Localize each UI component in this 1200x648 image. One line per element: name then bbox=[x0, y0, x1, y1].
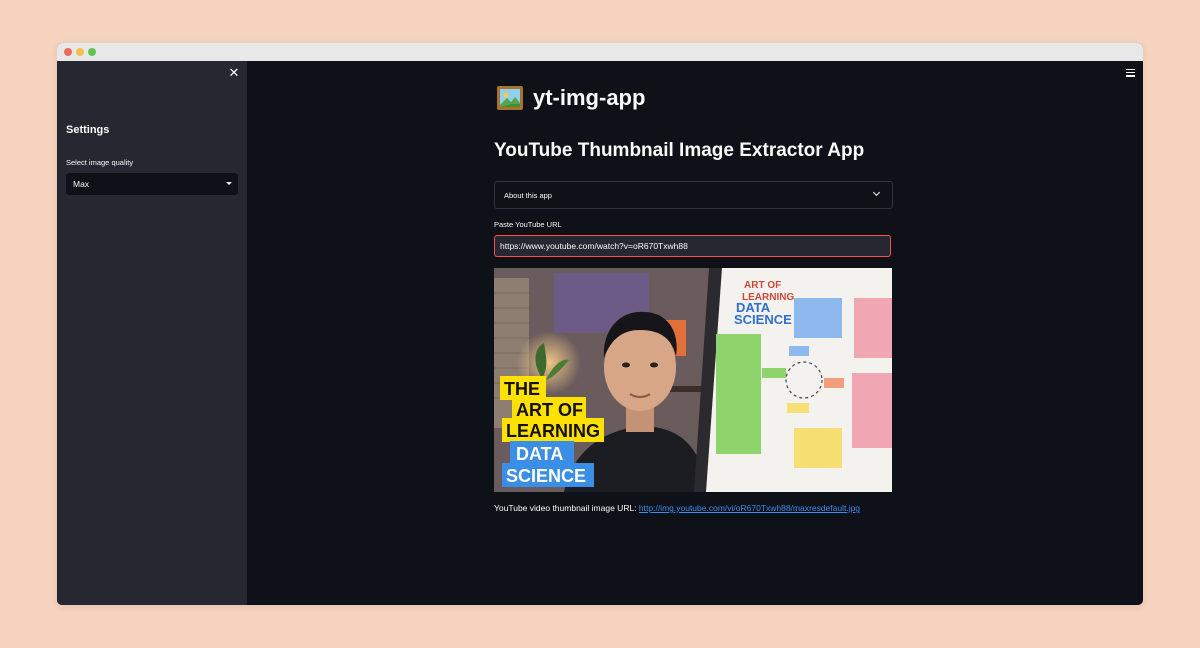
poster-title-line-1: ART OF bbox=[744, 280, 781, 291]
browser-window: ✕ Settings Select image quality Max yt-i… bbox=[57, 43, 1143, 605]
app-title-text: yt-img-app bbox=[533, 85, 646, 110]
thumbnail-text-line-5: SCIENCE bbox=[506, 466, 586, 486]
image-quality-value: Max bbox=[73, 179, 90, 189]
thumbnail-text-line-1: THE bbox=[504, 379, 540, 399]
app-title: yt-img-app bbox=[497, 83, 645, 113]
minimize-window-button[interactable] bbox=[76, 48, 84, 56]
thumbnail-url-result: YouTube video thumbnail image URL: http:… bbox=[494, 503, 860, 513]
thumbnail-text-line-3: LEARNING bbox=[506, 421, 600, 441]
thumbnail-text-line-2: ART OF bbox=[516, 400, 583, 420]
sidebar: ✕ Settings Select image quality Max bbox=[57, 61, 247, 605]
image-quality-select[interactable]: Max bbox=[66, 173, 238, 195]
thumbnail-illustration: ART OF LEARNING DATA SCIENCE THE ART OF … bbox=[494, 268, 892, 492]
about-expander[interactable]: About this app bbox=[494, 181, 893, 209]
thumbnail-text-line-4: DATA bbox=[516, 444, 563, 464]
image-quality-label: Select image quality bbox=[66, 158, 134, 167]
youtube-url-input[interactable] bbox=[494, 235, 891, 257]
window-titlebar bbox=[57, 43, 1143, 61]
thumbnail-url-prefix: YouTube video thumbnail image URL: bbox=[494, 503, 637, 513]
menu-icon[interactable] bbox=[1126, 69, 1135, 77]
chevron-down-icon bbox=[872, 188, 881, 197]
maximize-window-button[interactable] bbox=[88, 48, 96, 56]
close-window-button[interactable] bbox=[64, 48, 72, 56]
caret-down-icon bbox=[226, 182, 232, 185]
framed-picture-icon bbox=[497, 86, 523, 110]
thumbnail-image: ART OF LEARNING DATA SCIENCE THE ART OF … bbox=[494, 268, 892, 492]
thumbnail-url-link[interactable]: http://img.youtube.com/vi/oR670Txwh88/ma… bbox=[639, 503, 860, 513]
page-heading: YouTube Thumbnail Image Extractor App bbox=[494, 140, 865, 161]
poster-title-line-4: SCIENCE bbox=[734, 312, 792, 327]
about-expander-label: About this app bbox=[504, 191, 552, 200]
main-content: yt-img-app YouTube Thumbnail Image Extra… bbox=[247, 61, 1143, 605]
close-icon[interactable]: ✕ bbox=[228, 66, 240, 79]
sidebar-title: Settings bbox=[66, 124, 110, 136]
url-input-label: Paste YouTube URL bbox=[494, 220, 562, 229]
